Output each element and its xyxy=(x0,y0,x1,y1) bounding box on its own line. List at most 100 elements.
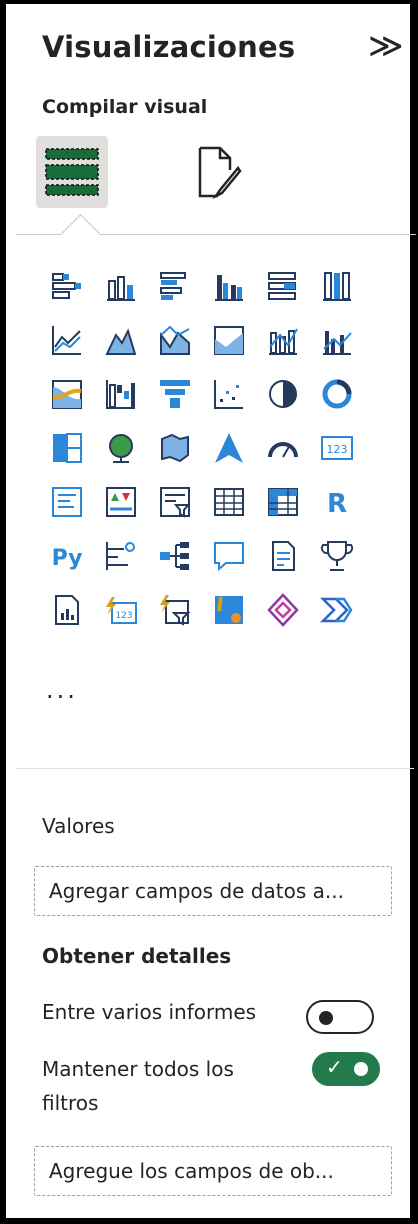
table-icon xyxy=(214,488,244,516)
visual-type-button[interactable] xyxy=(256,313,310,367)
slicer-icon xyxy=(160,487,191,518)
format-visual-tab[interactable] xyxy=(184,136,256,208)
gauge-icon xyxy=(268,442,298,458)
map-icon xyxy=(109,434,133,463)
kpi-icon xyxy=(106,487,136,517)
visual-type-button[interactable] xyxy=(94,475,148,529)
r-script-visual-icon: R xyxy=(327,489,347,519)
visual-type-button[interactable] xyxy=(40,259,94,313)
drillthrough-field-well[interactable]: Agregue los campos de ob... xyxy=(34,1146,392,1196)
visual-type-button[interactable] xyxy=(310,367,364,421)
visual-type-button[interactable] xyxy=(256,421,310,475)
toggle-knob xyxy=(354,1062,368,1076)
arcgis-map-icon xyxy=(215,596,243,624)
visual-type-button[interactable] xyxy=(202,367,256,421)
visual-type-button[interactable] xyxy=(256,529,310,583)
visualizations-pane: Visualizaciones ≫ Compilar visual 123 R Py… xyxy=(0,0,418,1224)
visual-type-button[interactable] xyxy=(40,367,94,421)
section-divider xyxy=(16,768,414,769)
stacked-area-chart-icon xyxy=(160,325,190,355)
active-tab-pointer xyxy=(59,213,102,256)
build-visual-icon xyxy=(45,148,99,196)
double-chevron-right-icon[interactable]: ≫ xyxy=(368,26,404,66)
visual-type-button[interactable]: 123 xyxy=(94,583,148,637)
ribbon-chart-icon xyxy=(52,380,82,409)
qa-icon xyxy=(214,542,244,572)
visual-type-button[interactable] xyxy=(148,313,202,367)
visual-type-button[interactable] xyxy=(202,313,256,367)
visual-type-button[interactable] xyxy=(310,529,364,583)
power-apps-icon xyxy=(267,593,299,627)
svg-text:123: 123 xyxy=(327,443,348,456)
toggle-knob xyxy=(319,1011,333,1025)
visual-type-button[interactable] xyxy=(40,583,94,637)
visual-types-grid: 123 R Py 123 xyxy=(40,259,364,637)
decomposition-tree-icon xyxy=(160,542,189,570)
visual-type-button[interactable] xyxy=(94,313,148,367)
build-visual-tab[interactable] xyxy=(36,136,108,208)
donut-chart-icon xyxy=(322,379,352,409)
line-chart-icon xyxy=(52,326,81,355)
stacked-bar-chart-icon xyxy=(52,273,81,299)
visual-type-button[interactable] xyxy=(202,259,256,313)
pie-chart-icon xyxy=(269,380,297,408)
visual-type-button[interactable]: 123 xyxy=(310,421,364,475)
azure-map-icon xyxy=(215,433,243,463)
visual-type-button[interactable] xyxy=(202,475,256,529)
svg-text:Py: Py xyxy=(52,546,83,571)
visual-type-button[interactable] xyxy=(310,259,364,313)
visual-type-button[interactable] xyxy=(256,367,310,421)
visual-type-button[interactable] xyxy=(148,583,202,637)
visual-type-button[interactable] xyxy=(94,259,148,313)
visual-type-button[interactable] xyxy=(148,259,202,313)
card-icon: 123 xyxy=(321,436,353,460)
power-automate-icon xyxy=(320,597,353,623)
svg-text:R: R xyxy=(327,489,347,519)
visual-type-button[interactable] xyxy=(94,529,148,583)
more-visuals-button[interactable]: ... xyxy=(46,676,78,704)
build-visual-label: Compilar visual xyxy=(42,96,208,118)
visual-type-button[interactable] xyxy=(256,259,310,313)
visual-type-button[interactable] xyxy=(94,367,148,421)
values-label: Valores xyxy=(42,814,115,838)
visual-type-button[interactable] xyxy=(148,529,202,583)
visual-type-button[interactable] xyxy=(40,421,94,475)
keep-filters-toggle[interactable]: ✓ xyxy=(312,1052,380,1086)
clustered-column-chart-icon xyxy=(215,275,243,301)
smart-narrative-icon xyxy=(272,541,295,571)
power-apps-card-icon: 123 xyxy=(106,597,137,624)
multi-row-card-icon xyxy=(52,487,82,517)
svg-text:123: 123 xyxy=(115,611,132,621)
clustered-bar-chart-icon xyxy=(160,272,186,300)
visual-type-button[interactable] xyxy=(202,529,256,583)
metrics-icon xyxy=(320,541,354,571)
visual-type-button[interactable] xyxy=(310,583,364,637)
visual-type-button[interactable] xyxy=(148,421,202,475)
visual-type-button[interactable] xyxy=(40,313,94,367)
visual-type-button[interactable]: Py xyxy=(40,529,94,583)
visual-type-button[interactable] xyxy=(256,475,310,529)
visual-type-button[interactable] xyxy=(148,367,202,421)
visual-type-button[interactable] xyxy=(148,475,202,529)
visual-type-button[interactable] xyxy=(40,475,94,529)
waterfall-chart-icon xyxy=(106,380,135,409)
visual-type-button[interactable] xyxy=(256,583,310,637)
keep-filters-label: Mantener todos los filtros xyxy=(42,1057,234,1115)
format-visual-icon xyxy=(198,146,242,200)
100-stacked-area-chart-icon xyxy=(214,326,244,355)
visual-type-button[interactable]: R xyxy=(310,475,364,529)
drillthrough-label: Obtener detalles xyxy=(42,944,232,968)
visual-type-button[interactable] xyxy=(202,583,256,637)
cross-report-toggle[interactable] xyxy=(306,1000,374,1034)
visual-type-button[interactable] xyxy=(310,313,364,367)
100-stacked-column-chart-icon xyxy=(323,272,351,301)
visual-type-button[interactable] xyxy=(94,421,148,475)
scatter-chart-icon xyxy=(214,380,243,409)
visual-type-button[interactable] xyxy=(202,421,256,475)
stacked-column-chart-icon xyxy=(107,276,135,301)
paginated-report-icon xyxy=(55,595,79,625)
line-stacked-column-chart-icon xyxy=(269,328,298,355)
values-field-well[interactable]: Agregar campos de datos a... xyxy=(34,866,392,916)
line-clustered-column-chart-icon xyxy=(323,331,352,355)
check-icon: ✓ xyxy=(326,1055,343,1079)
